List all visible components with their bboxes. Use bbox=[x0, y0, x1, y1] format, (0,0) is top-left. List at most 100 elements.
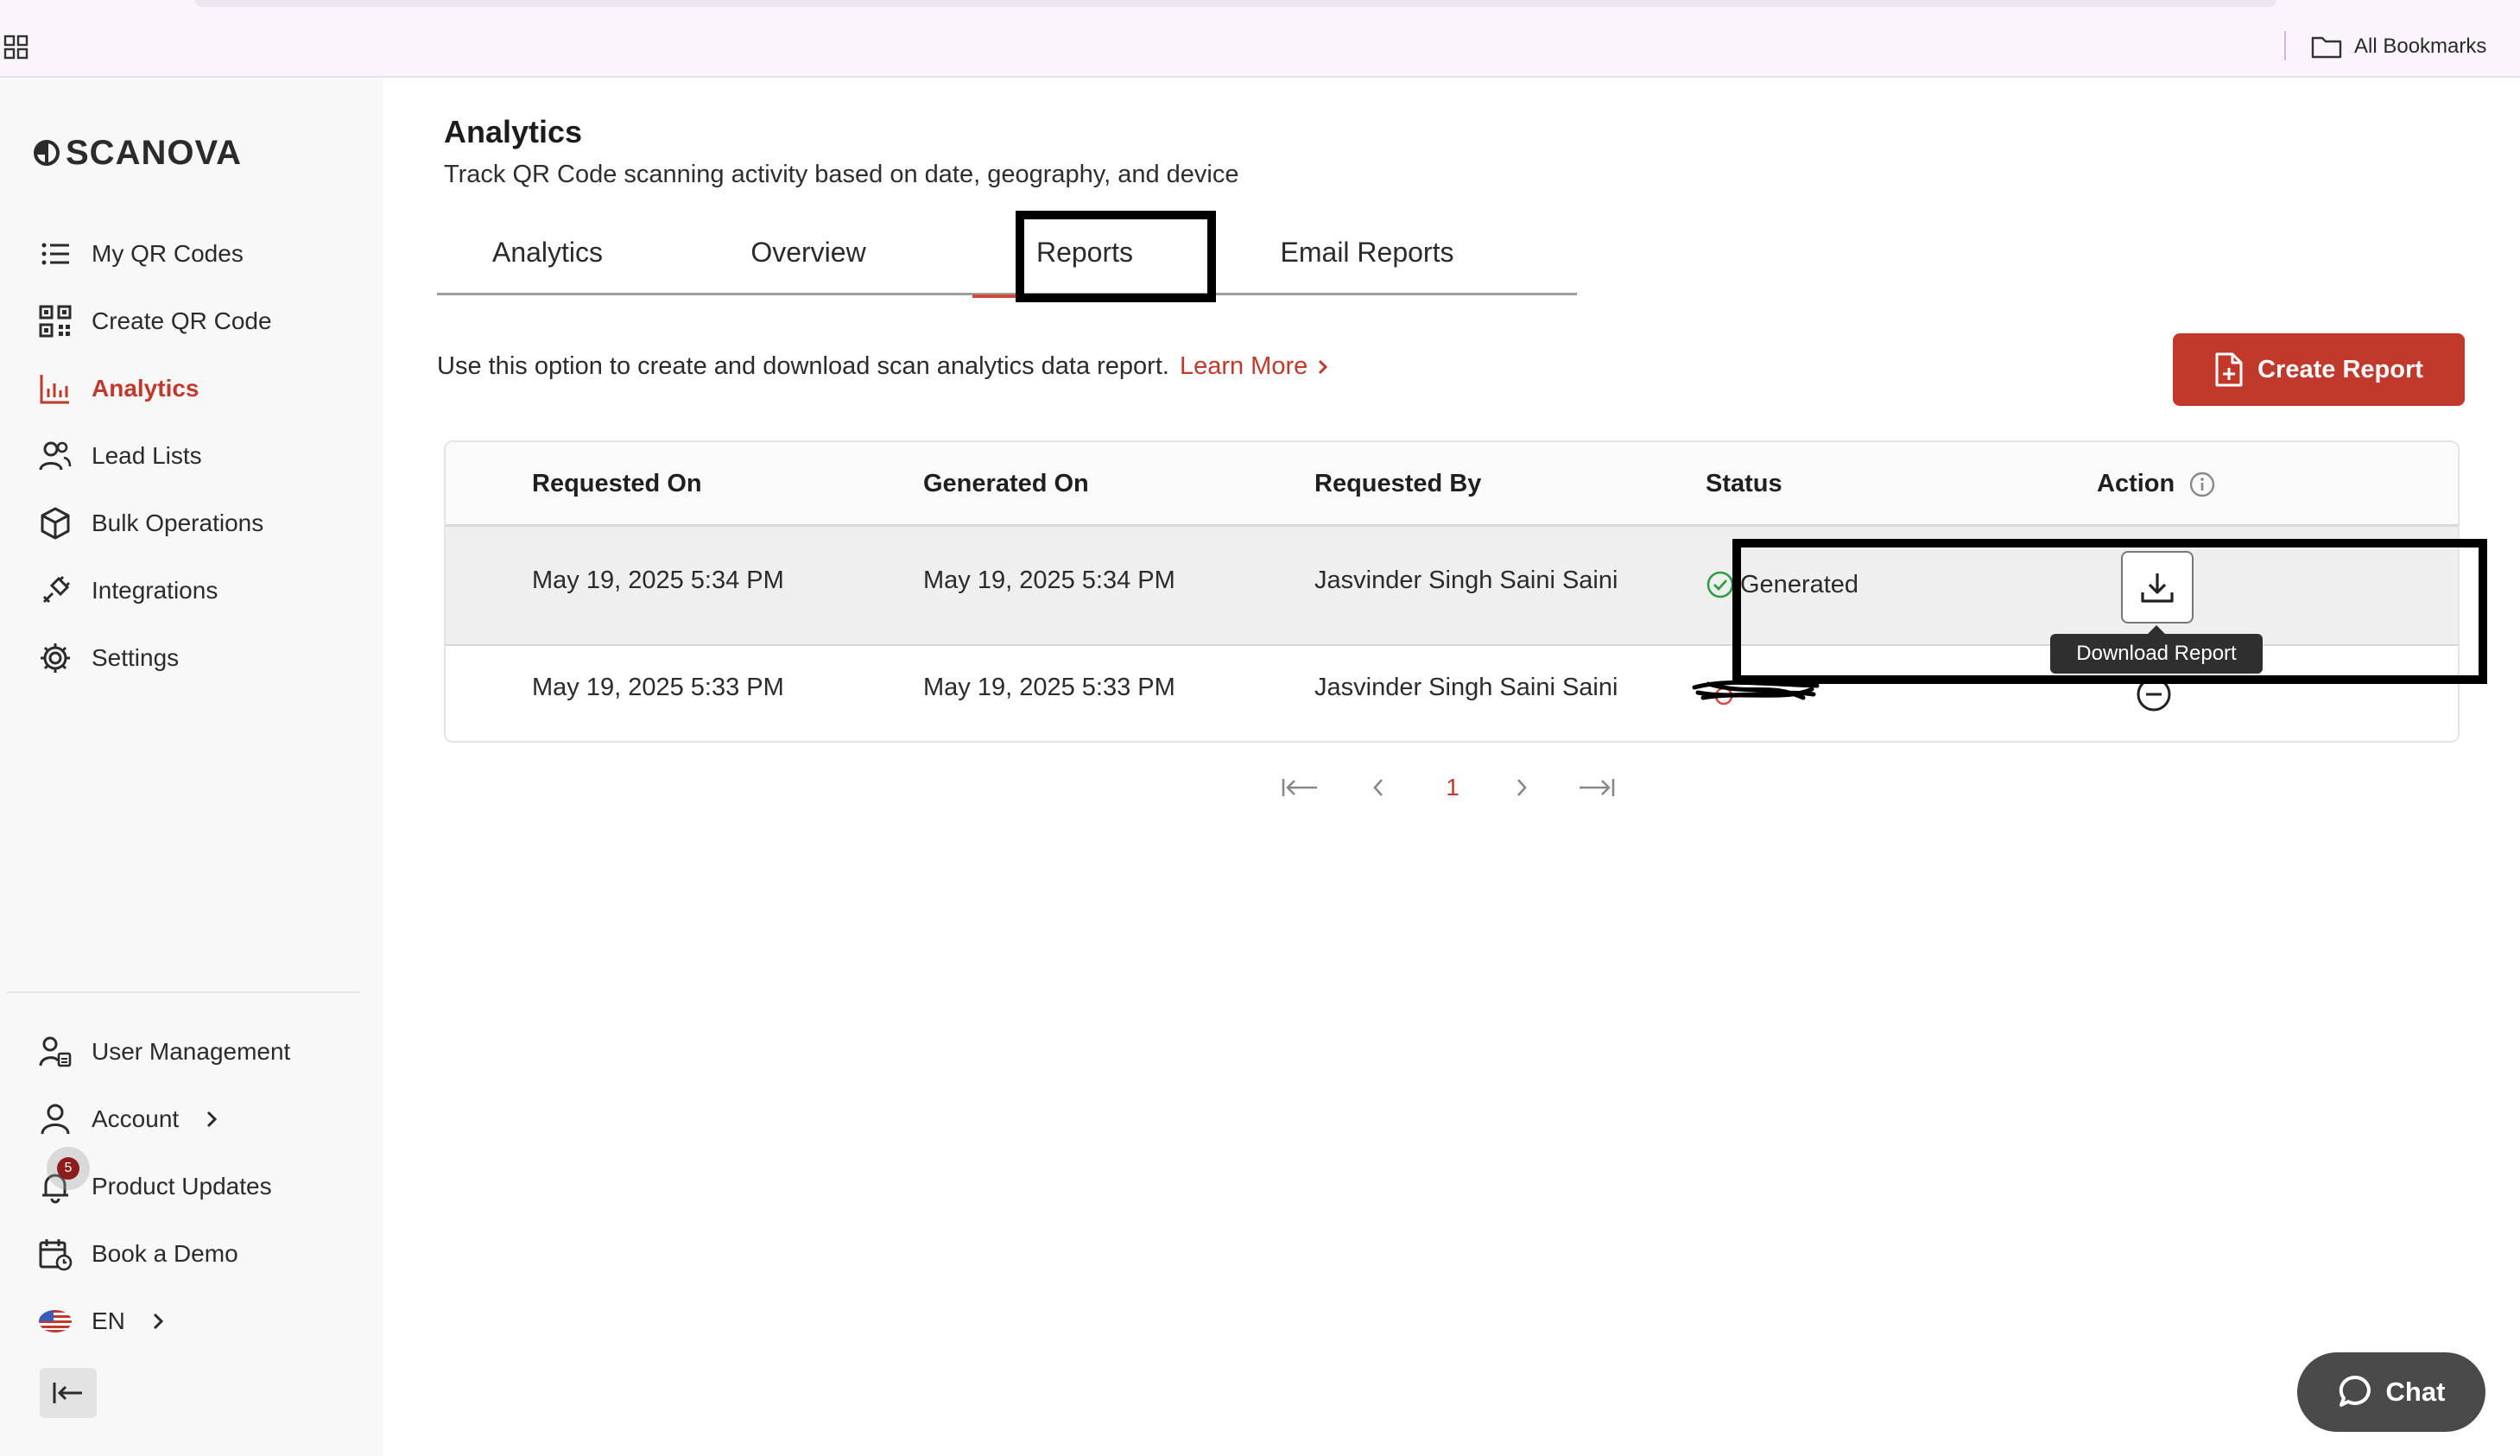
sidebar-item-label: Analytics bbox=[92, 375, 199, 402]
reports-intro: Use this option to create and download s… bbox=[437, 352, 1330, 381]
sidebar-item-label: Create QR Code bbox=[92, 307, 272, 334]
cell-requested-on: May 19, 2025 5:34 PM bbox=[532, 567, 784, 594]
info-icon[interactable] bbox=[2188, 471, 2216, 498]
annotation-box-reports-tab bbox=[1016, 211, 1216, 302]
tab-label: Overview bbox=[750, 236, 866, 268]
gear-icon bbox=[41, 643, 70, 673]
sidebar-item-integrations[interactable]: Integrations bbox=[38, 569, 218, 612]
user-icon bbox=[41, 1104, 70, 1135]
first-page-icon bbox=[1282, 779, 1317, 796]
browser-bookmarks-bar: All Bookmarks bbox=[0, 0, 2520, 78]
all-bookmarks-label: All Bookmarks bbox=[2354, 35, 2487, 58]
create-report-button[interactable]: Create Report bbox=[2173, 333, 2465, 406]
previous-page-button[interactable] bbox=[1361, 770, 1396, 805]
calendar-icon bbox=[39, 1239, 73, 1271]
bell-icon-wrapper: 5 bbox=[38, 1157, 79, 1204]
plug-icon bbox=[42, 575, 71, 604]
next-page-button[interactable] bbox=[1504, 770, 1539, 805]
sidebar-item-product-updates[interactable]: 5 Product Updates bbox=[38, 1157, 272, 1208]
sidebar-item-lead-lists[interactable]: Lead Lists bbox=[38, 434, 202, 478]
sidebar-item-label: Integrations bbox=[92, 577, 218, 604]
intro-text: Use this option to create and download s… bbox=[437, 352, 1169, 380]
sidebar-item-label: Book a Demo bbox=[92, 1240, 238, 1267]
sidebar-item-label: Settings bbox=[92, 644, 180, 671]
tab-email-reports[interactable]: Email Reports bbox=[1245, 209, 1489, 295]
bar-chart-icon bbox=[40, 375, 69, 404]
chat-button[interactable]: Chat bbox=[2297, 1352, 2485, 1432]
chat-bubble-icon bbox=[2339, 1375, 2371, 1407]
box-icon bbox=[41, 507, 70, 540]
scanova-logo[interactable]: SCANOVA bbox=[33, 131, 242, 174]
chevron-right-icon bbox=[153, 1313, 164, 1330]
page-subtitle: Track QR Code scanning activity based on… bbox=[444, 161, 1239, 188]
address-bar-edge bbox=[195, 0, 2276, 7]
sidebar-item-settings[interactable]: Settings bbox=[38, 636, 179, 680]
sidebar: SCANOVA My QR Codes Create QR Code Analy… bbox=[0, 79, 383, 1456]
column-header-requested-by: Requested By bbox=[1314, 470, 1482, 497]
users-icon bbox=[39, 441, 72, 471]
column-header-action: Action bbox=[2097, 470, 2216, 498]
learn-more-label: Learn More bbox=[1179, 352, 1308, 380]
column-header-requested-on: Requested On bbox=[532, 470, 702, 497]
tab-label: Email Reports bbox=[1280, 236, 1454, 268]
chevron-right-icon bbox=[207, 1111, 218, 1128]
logo-text: SCANOVA bbox=[66, 133, 243, 172]
chevron-right-icon bbox=[1319, 359, 1328, 374]
language-label: EN bbox=[92, 1307, 125, 1334]
page-title: Analytics bbox=[444, 114, 583, 149]
tab-analytics[interactable]: Analytics bbox=[461, 209, 634, 295]
cell-generated-on: May 19, 2025 5:34 PM bbox=[923, 567, 1175, 594]
add-file-icon bbox=[2215, 352, 2243, 387]
annotation-box-download-action bbox=[1732, 539, 2487, 684]
sidebar-item-label: Product Updates bbox=[92, 1173, 272, 1200]
table-header: Requested On Generated On Requested By S… bbox=[446, 442, 2458, 527]
tab-overview[interactable]: Overview bbox=[722, 209, 895, 295]
cell-requested-by: Jasvinder Singh Saini Saini bbox=[1314, 567, 1618, 594]
notification-badge: 5 bbox=[57, 1157, 79, 1180]
sidebar-item-label: Bulk Operations bbox=[92, 510, 264, 536]
create-report-label: Create Report bbox=[2257, 355, 2423, 383]
sidebar-item-label: My QR Codes bbox=[92, 240, 244, 267]
first-page-button[interactable] bbox=[1278, 770, 1321, 805]
chevron-right-icon bbox=[1517, 779, 1527, 796]
sidebar-item-my-qr-codes[interactable]: My QR Codes bbox=[38, 232, 244, 275]
sidebar-item-book-demo[interactable]: Book a Demo bbox=[38, 1232, 238, 1276]
logo-mark-icon bbox=[34, 140, 60, 166]
pagination: 1 bbox=[1278, 770, 1675, 805]
apps-grid-icon[interactable] bbox=[3, 35, 29, 60]
tab-label: Analytics bbox=[491, 236, 604, 268]
sidebar-item-label: Account bbox=[92, 1105, 180, 1132]
sidebar-separator bbox=[7, 991, 359, 993]
collapse-sidebar-button[interactable] bbox=[40, 1368, 97, 1418]
chat-label: Chat bbox=[2385, 1377, 2446, 1407]
sidebar-item-account[interactable]: Account bbox=[38, 1098, 220, 1141]
main-content: Analytics Track QR Code scanning activit… bbox=[383, 79, 2520, 1456]
qr-code-icon bbox=[39, 305, 72, 338]
sidebar-item-create-qr-code[interactable]: Create QR Code bbox=[38, 300, 272, 343]
last-page-icon bbox=[1580, 779, 1615, 796]
cell-generated-on: May 19, 2025 5:33 PM bbox=[923, 674, 1175, 701]
language-selector[interactable]: EN bbox=[38, 1300, 167, 1343]
learn-more-link[interactable]: Learn More bbox=[1180, 352, 1330, 381]
sidebar-item-analytics[interactable]: Analytics bbox=[38, 367, 199, 410]
check-circle-icon bbox=[1706, 571, 1734, 598]
sidebar-item-bulk-operations[interactable]: Bulk Operations bbox=[38, 502, 263, 545]
all-bookmarks-button[interactable]: All Bookmarks bbox=[2311, 31, 2486, 62]
column-header-generated-on: Generated On bbox=[923, 470, 1089, 497]
cell-requested-on: May 19, 2025 5:33 PM bbox=[532, 674, 784, 701]
sidebar-item-user-management[interactable]: User Management bbox=[38, 1030, 290, 1073]
column-header-status: Status bbox=[1706, 470, 1782, 497]
chevron-left-icon bbox=[1373, 779, 1383, 796]
current-page[interactable]: 1 bbox=[1435, 770, 1470, 805]
us-flag-icon bbox=[39, 1310, 72, 1333]
tab-bar: Analytics Overview Reports Email Reports bbox=[437, 209, 1577, 298]
list-icon bbox=[41, 243, 69, 265]
collapse-arrow-icon bbox=[53, 1383, 82, 1403]
folder-icon bbox=[2311, 36, 2342, 59]
cell-requested-by: Jasvinder Singh Saini Saini bbox=[1314, 674, 1618, 701]
action-header-label: Action bbox=[2097, 470, 2175, 497]
bookmarks-divider bbox=[2284, 31, 2286, 60]
sidebar-item-label: User Management bbox=[92, 1038, 291, 1065]
last-page-button[interactable] bbox=[1575, 770, 1618, 805]
sidebar-item-label: Lead Lists bbox=[92, 442, 202, 469]
